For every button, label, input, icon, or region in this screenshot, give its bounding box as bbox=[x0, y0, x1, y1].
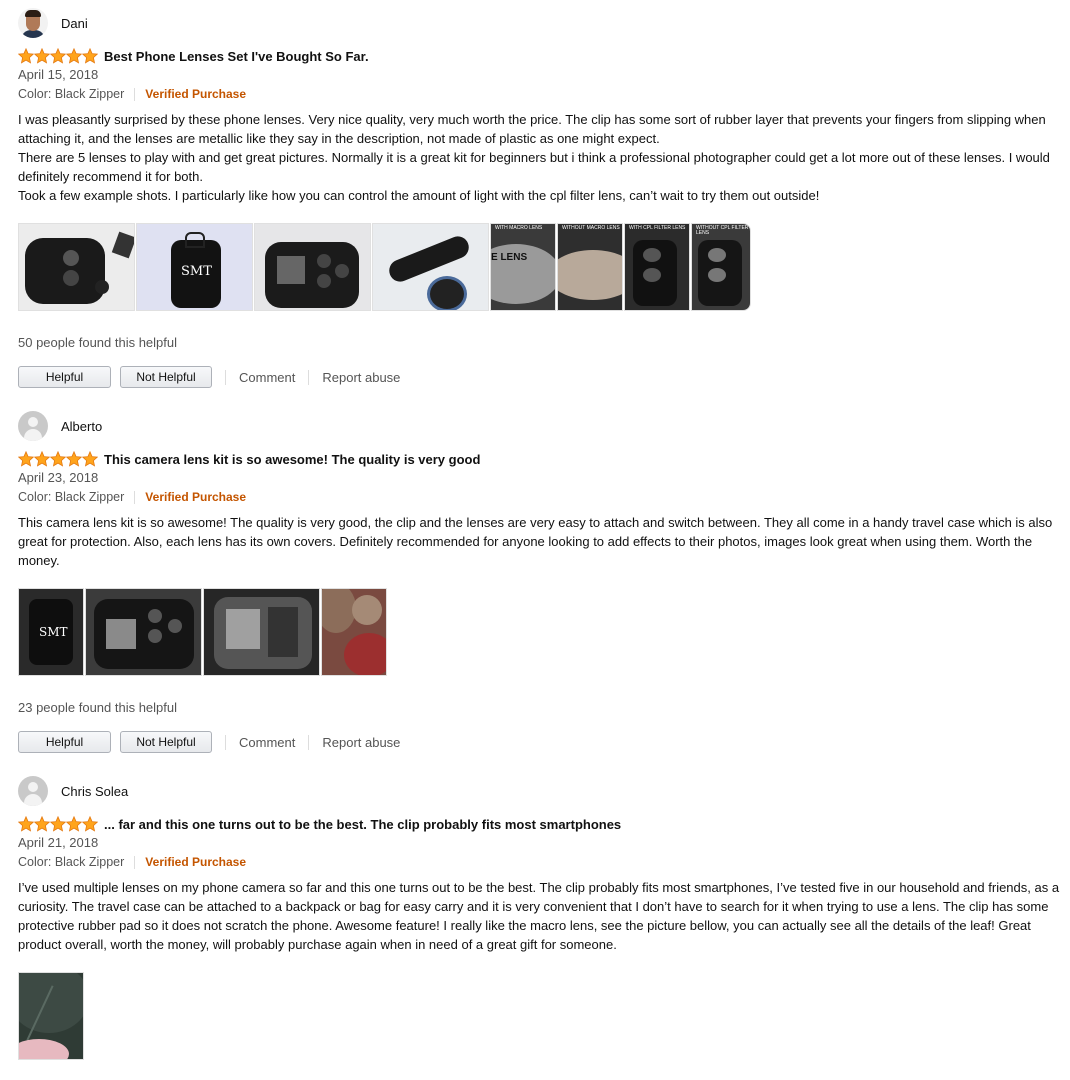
review-images: SMT WITH MACRO LENS E LENS WITHOUT MACRO… bbox=[18, 223, 752, 311]
verified-purchase-badge[interactable]: Verified Purchase bbox=[145, 855, 246, 869]
star-rating[interactable] bbox=[18, 816, 98, 832]
star-icon bbox=[34, 451, 50, 467]
report-abuse-link[interactable]: Report abuse bbox=[322, 735, 400, 750]
product-variant[interactable]: Color: Black Zipper bbox=[18, 855, 124, 869]
review-actions: Helpful Not Helpful Comment Report abuse bbox=[18, 366, 400, 388]
review-body: This camera lens kit is so awesome! The … bbox=[18, 513, 1060, 570]
helpful-button[interactable]: Helpful bbox=[18, 366, 111, 388]
review-paragraph: I’ve used multiple lenses on my phone ca… bbox=[18, 880, 1060, 952]
review-image[interactable]: WITHOUT CPL FILTER LENS bbox=[691, 223, 751, 311]
divider bbox=[134, 490, 136, 504]
star-icon bbox=[50, 816, 66, 832]
report-abuse-link[interactable]: Report abuse bbox=[322, 370, 400, 385]
reviewer-name[interactable]: Alberto bbox=[61, 419, 102, 434]
review-images: SMT bbox=[18, 588, 388, 676]
product-variant[interactable]: Color: Black Zipper bbox=[18, 490, 124, 504]
helpful-count: 50 people found this helpful bbox=[18, 335, 178, 350]
helpful-button[interactable]: Helpful bbox=[18, 731, 111, 753]
star-icon bbox=[18, 451, 34, 467]
star-icon bbox=[66, 816, 82, 832]
review-image[interactable] bbox=[18, 223, 135, 311]
divider bbox=[225, 734, 226, 750]
divider bbox=[308, 734, 310, 750]
not-helpful-button[interactable]: Not Helpful bbox=[120, 366, 212, 388]
review-images bbox=[18, 972, 85, 1060]
review-1: Dani Best Phone Lenses Set I've Bought S… bbox=[18, 7, 1062, 388]
reviewer-name[interactable]: Dani bbox=[61, 16, 88, 31]
review-paragraph: Took a few example shots. I particularly… bbox=[18, 188, 820, 203]
verified-purchase-badge[interactable]: Verified Purchase bbox=[145, 87, 246, 101]
review-title[interactable]: This camera lens kit is so awesome! The … bbox=[104, 452, 480, 467]
star-icon bbox=[18, 816, 34, 832]
review-date: April 21, 2018 bbox=[18, 835, 99, 850]
star-icon bbox=[50, 451, 66, 467]
star-icon bbox=[82, 816, 98, 832]
review-image[interactable] bbox=[254, 223, 371, 311]
comment-link[interactable]: Comment bbox=[239, 370, 295, 385]
review-date: April 15, 2018 bbox=[18, 67, 99, 82]
review-image[interactable]: WITH MACRO LENS E LENS bbox=[490, 223, 556, 311]
product-variant[interactable]: Color: Black Zipper bbox=[18, 87, 124, 101]
reviewer-profile[interactable]: Chris Solea bbox=[18, 775, 128, 807]
review-image[interactable] bbox=[321, 588, 387, 676]
review-image[interactable]: WITHOUT MACRO LENS bbox=[557, 223, 623, 311]
verified-purchase-badge[interactable]: Verified Purchase bbox=[145, 490, 246, 504]
user-silhouette-icon[interactable] bbox=[18, 776, 48, 806]
review-image[interactable]: SMT bbox=[136, 223, 253, 311]
review-image[interactable] bbox=[18, 972, 84, 1060]
case-logo: SMT bbox=[181, 264, 212, 279]
review-actions: Helpful Not Helpful Comment Report abuse bbox=[18, 731, 400, 753]
star-icon bbox=[18, 48, 34, 64]
review-title[interactable]: ... far and this one turns out to be the… bbox=[104, 817, 621, 832]
reviewer-name[interactable]: Chris Solea bbox=[61, 784, 128, 799]
review-body: I was pleasantly surprised by these phon… bbox=[18, 110, 1060, 205]
helpful-count: 23 people found this helpful bbox=[18, 700, 178, 715]
review-2: Alberto This camera lens kit is so aweso… bbox=[18, 410, 1062, 755]
divider bbox=[308, 369, 310, 385]
star-rating[interactable] bbox=[18, 451, 98, 467]
review-paragraph: There are 5 lenses to play with and get … bbox=[18, 150, 1050, 184]
review-image[interactable]: SMT bbox=[18, 588, 84, 676]
review-image[interactable] bbox=[203, 588, 320, 676]
review-paragraph: I was pleasantly surprised by these phon… bbox=[18, 112, 1046, 146]
review-image[interactable] bbox=[85, 588, 202, 676]
reviewer-profile[interactable]: Dani bbox=[18, 7, 88, 39]
user-silhouette-icon[interactable] bbox=[18, 411, 48, 441]
review-image[interactable] bbox=[372, 223, 489, 311]
not-helpful-button[interactable]: Not Helpful bbox=[120, 731, 212, 753]
star-icon bbox=[66, 48, 82, 64]
reviewer-profile[interactable]: Alberto bbox=[18, 410, 102, 442]
review-image[interactable]: WITH CPL FILTER LENS bbox=[624, 223, 690, 311]
case-logo: SMT bbox=[39, 625, 68, 639]
star-icon bbox=[82, 48, 98, 64]
star-icon bbox=[34, 816, 50, 832]
divider bbox=[225, 369, 226, 385]
review-paragraph: This camera lens kit is so awesome! The … bbox=[18, 515, 1053, 568]
star-icon bbox=[34, 48, 50, 64]
star-icon bbox=[66, 451, 82, 467]
avatar[interactable] bbox=[18, 8, 48, 38]
review-body: I’ve used multiple lenses on my phone ca… bbox=[18, 878, 1060, 954]
review-title[interactable]: Best Phone Lenses Set I've Bought So Far… bbox=[104, 49, 369, 64]
divider bbox=[134, 87, 136, 101]
review-date: April 23, 2018 bbox=[18, 470, 99, 485]
review-3: Chris Solea ... far and this one turns o… bbox=[18, 775, 1062, 1075]
divider bbox=[134, 855, 136, 869]
star-icon bbox=[82, 451, 98, 467]
comment-link[interactable]: Comment bbox=[239, 735, 295, 750]
star-rating[interactable] bbox=[18, 48, 98, 64]
star-icon bbox=[50, 48, 66, 64]
